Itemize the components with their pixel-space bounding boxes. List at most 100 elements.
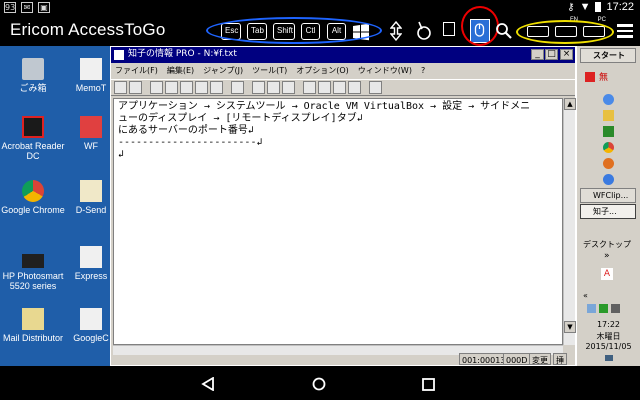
scroll-up-icon[interactable]: ▲	[564, 98, 576, 110]
desktop-icon-label: Mail Distributor	[2, 333, 63, 343]
desktop-icon-mail-distributor[interactable]: Mail Distributor	[0, 308, 70, 343]
tray-red-icon[interactable]	[585, 72, 595, 82]
acrobat-tray-icon[interactable]: A	[601, 268, 613, 280]
menu-jump[interactable]: ジャンプ(J)	[203, 63, 243, 79]
scroll-down-icon[interactable]: ▼	[564, 321, 576, 333]
desktop-toolbar-label[interactable]: デスクトップ	[583, 239, 631, 250]
desktop-icon-acrobat[interactable]: Acrobat Reader DC	[0, 116, 70, 161]
quicklaunch-app-icon[interactable]	[603, 126, 614, 137]
modified-indicator: 変更	[529, 353, 551, 365]
text-line: -----------------------↲	[118, 137, 263, 148]
desktop-icon-googlec[interactable]: GoogleC	[66, 308, 116, 343]
recents-icon[interactable]	[422, 376, 435, 395]
tile-horizontal-icon[interactable]	[318, 81, 331, 94]
menu-window[interactable]: ウィンドウ(W)	[358, 63, 412, 79]
quicklaunch-folder-icon[interactable]	[603, 110, 614, 121]
start-label: スタート	[593, 51, 625, 60]
mouse-pointer-icon[interactable]	[416, 21, 432, 41]
bottom-icon[interactable]	[267, 81, 280, 94]
desktop-icon-chrome[interactable]: Google Chrome	[0, 180, 70, 215]
wifi-icon: ▼	[579, 1, 591, 13]
task-wfclip[interactable]: WFClip...	[580, 188, 636, 203]
undo-icon[interactable]	[231, 81, 244, 94]
arrange-icon[interactable]	[348, 81, 361, 94]
copy-icon[interactable]	[165, 81, 178, 94]
top-icon[interactable]	[252, 81, 265, 94]
menu-tools[interactable]: ツール(T)	[252, 63, 287, 79]
system-status: ⚷ ▼ 17:22	[567, 1, 634, 13]
express-icon	[80, 246, 102, 268]
firefox-icon[interactable]	[603, 158, 614, 169]
status-bar: 001:00013 000D 変更 挿	[111, 352, 575, 366]
start-button[interactable]: スタート	[580, 48, 636, 63]
chevron-icon[interactable]: »	[604, 251, 610, 261]
minimize-button[interactable]: _	[531, 49, 544, 60]
maximize-button[interactable]: □	[545, 49, 558, 60]
show-desktop-icon[interactable]	[605, 355, 613, 361]
clock-time[interactable]: 17:22	[577, 320, 640, 329]
menu-options[interactable]: オプション(O)	[296, 63, 349, 79]
column-code: 000D	[503, 353, 531, 365]
vertical-taskbar: スタート 無 WFClip... 知子... デスクトップ » A « 17:2…	[576, 46, 640, 366]
back-icon[interactable]	[201, 376, 215, 395]
zoom-icon[interactable]	[495, 22, 513, 40]
screen-icon[interactable]	[443, 22, 455, 36]
desktop-icon-memo[interactable]: MemoT	[66, 58, 116, 93]
tile-vertical-icon[interactable]	[303, 81, 316, 94]
hamburger-menu-icon[interactable]	[617, 24, 633, 38]
task-label: 知子...	[593, 207, 617, 216]
image-icon: ▣	[38, 2, 50, 13]
update-tray-icon[interactable]	[599, 304, 608, 313]
desktop-icon-label: D-Send	[75, 205, 107, 215]
wf-icon	[80, 116, 102, 138]
text-editor-area[interactable]: アプリケーション → システムツール → Oracle VM VirtualBo…	[113, 98, 563, 345]
googlec-icon	[80, 308, 102, 330]
desktop-icon-label: Express	[74, 271, 108, 281]
chrome-quicklaunch-icon[interactable]	[603, 142, 614, 153]
task-chiko[interactable]: 知子...	[580, 204, 636, 219]
desktop-icon-recycle-bin[interactable]: ごみ箱	[0, 58, 70, 93]
clock-text: 17:22	[606, 1, 634, 13]
ericom-toolbar: Ericom AccessToGo Esc Tab Shift Ctl Alt …	[0, 6, 640, 46]
network-tray-icon[interactable]	[587, 304, 596, 313]
menu-help[interactable]: ?	[421, 63, 425, 79]
desktop-icon-wf[interactable]: WF	[66, 116, 116, 151]
notification-icons: 93 ✉ ▣	[4, 2, 50, 13]
desktop-icon-express[interactable]: Express	[66, 246, 116, 281]
desktop-icon-dsend[interactable]: D-Send	[66, 180, 116, 215]
list-icon[interactable]	[282, 81, 295, 94]
arrows-updown-icon[interactable]	[389, 20, 403, 42]
browser-icon[interactable]	[603, 174, 614, 185]
help-icon[interactable]	[369, 81, 382, 94]
vertical-scrollbar[interactable]: ▲ ▼	[563, 98, 576, 345]
blue-highlight-ellipse	[206, 17, 382, 44]
print-icon[interactable]	[210, 81, 223, 94]
chrome-icon	[22, 180, 44, 202]
menu-file[interactable]: ファイル(F)	[115, 63, 158, 79]
text-line: にあるサーバーのポート番号↲	[118, 125, 254, 136]
open-icon[interactable]	[114, 81, 127, 94]
battery-icon	[595, 2, 602, 12]
home-icon[interactable]	[312, 376, 326, 395]
window-titlebar[interactable]: 知子の情報 PRO - N:¥f.txt _ □ ×	[111, 47, 575, 63]
close-button[interactable]: ×	[560, 49, 573, 60]
tray-icons	[587, 304, 620, 313]
window-title: 知子の情報 PRO - N:¥f.txt	[128, 49, 237, 59]
tray-chevron-icon[interactable]: «	[583, 291, 588, 300]
android-navigation-bar	[0, 366, 640, 400]
ie-icon[interactable]	[603, 94, 614, 105]
menu-edit[interactable]: 編集(E)	[167, 63, 194, 79]
insert-mode-indicator: 挿	[553, 353, 567, 365]
save-icon[interactable]	[129, 81, 142, 94]
cut-icon[interactable]	[150, 81, 163, 94]
mail-icon	[22, 308, 44, 330]
windows-desktop: ごみ箱 MemoT Acrobat Reader DC WF Google Ch…	[0, 46, 640, 366]
desktop-icon-label: MemoT	[75, 83, 107, 93]
yellow-highlight-ellipse	[516, 20, 614, 44]
desktop-icon-hp-photosmart[interactable]: HP Photosmart 5520 series	[0, 246, 70, 291]
tray-kanji-icon[interactable]: 無	[599, 70, 608, 83]
paste-special-icon[interactable]	[195, 81, 208, 94]
cascade-icon[interactable]	[333, 81, 346, 94]
paste-icon[interactable]	[180, 81, 193, 94]
volume-tray-icon[interactable]	[611, 304, 620, 313]
